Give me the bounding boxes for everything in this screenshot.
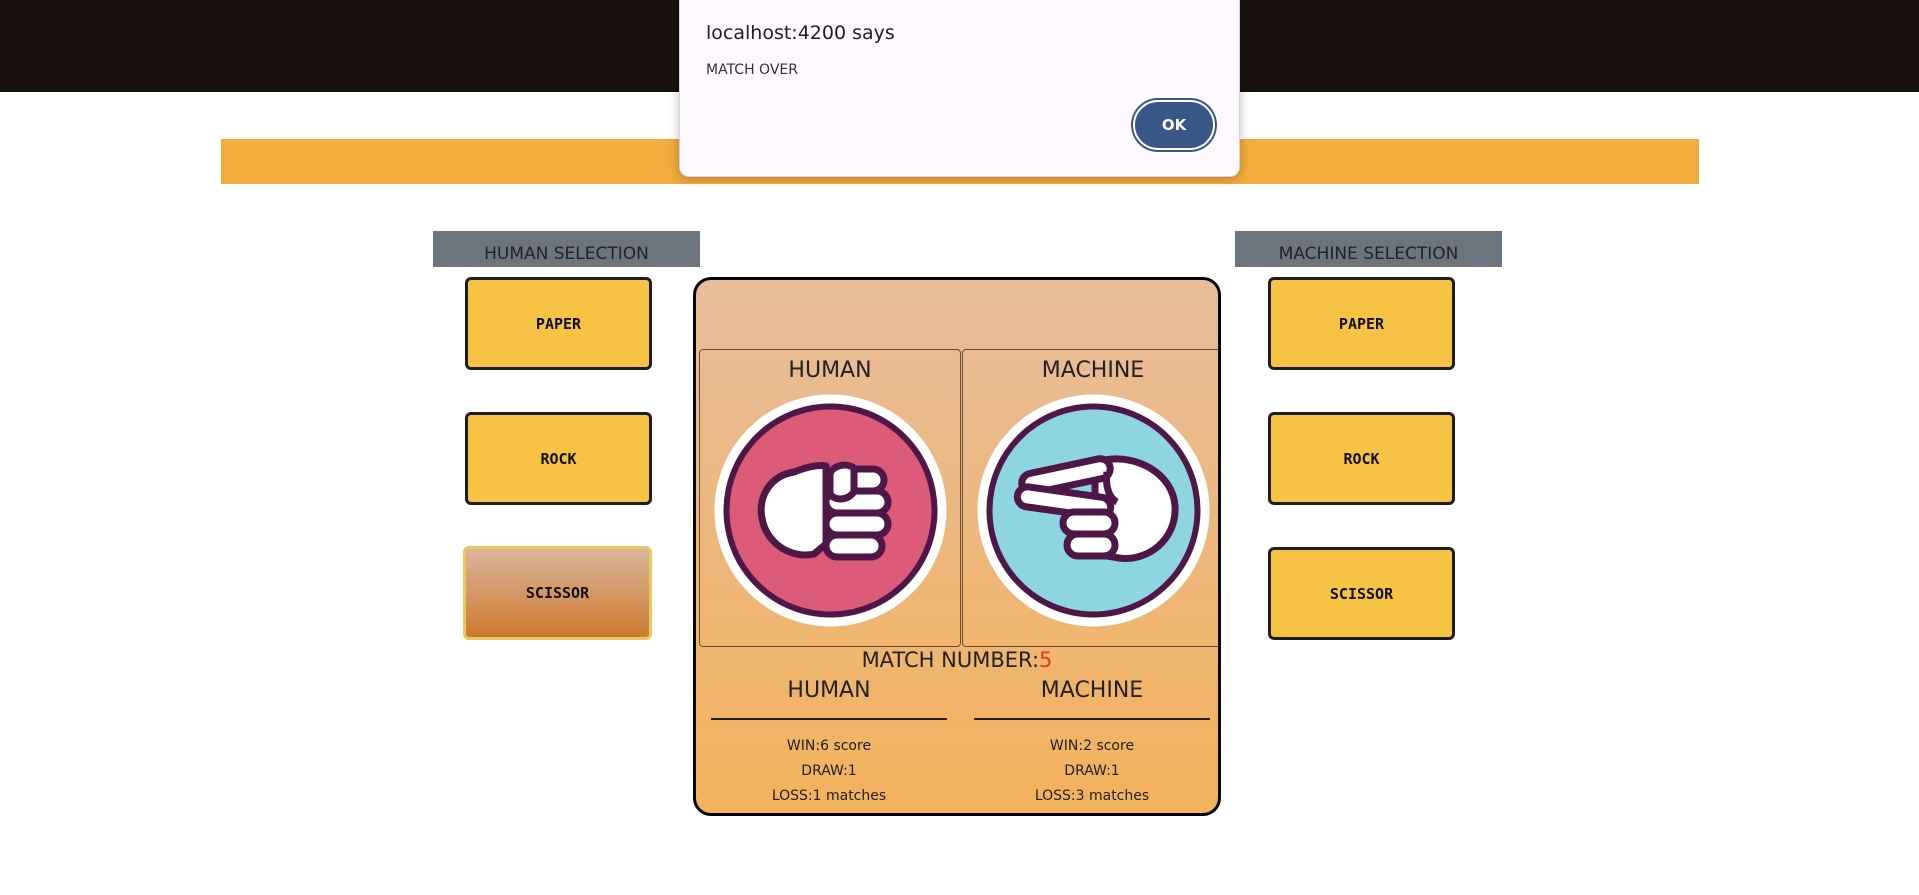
machine-rock-button[interactable]: ROCK bbox=[1268, 412, 1455, 505]
human-score-card: HUMAN WIN:6 score DRAW:1 LOSS:1 matches bbox=[711, 678, 947, 809]
machine-paper-button[interactable]: PAPER bbox=[1268, 277, 1455, 370]
machine-hand-label: MACHINE bbox=[1041, 358, 1145, 383]
machine-score-divider bbox=[974, 718, 1210, 720]
rock-fist-icon bbox=[714, 394, 947, 627]
game-arena: HUMAN MACHINE MATCH NUMBER:5 HUMAN WIN:6… bbox=[693, 277, 1221, 816]
machine-win-text: WIN:2 score bbox=[1049, 738, 1135, 754]
machine-scissor-button[interactable]: SCISSOR bbox=[1268, 547, 1455, 640]
ok-button[interactable]: OK bbox=[1133, 100, 1215, 150]
human-hand-panel: HUMAN bbox=[699, 349, 961, 647]
match-number-line: MATCH NUMBER:5 bbox=[696, 648, 1218, 672]
machine-loss-text: LOSS:3 matches bbox=[1034, 788, 1150, 804]
human-paper-button[interactable]: PAPER bbox=[465, 277, 652, 370]
human-hand-label: HUMAN bbox=[788, 358, 872, 383]
machine-hand-panel: MACHINE bbox=[962, 349, 1218, 647]
human-selection-header: HUMAN SELECTION bbox=[433, 231, 700, 267]
match-number-label: MATCH NUMBER: bbox=[861, 648, 1040, 672]
machine-score-card: MACHINE WIN:2 score DRAW:1 LOSS:3 matche… bbox=[974, 678, 1210, 809]
scissor-hand-icon bbox=[977, 394, 1210, 627]
machine-score-title: MACHINE bbox=[1040, 678, 1144, 703]
human-draw-text: DRAW:1 bbox=[801, 763, 857, 779]
human-loss-text: LOSS:1 matches bbox=[771, 788, 887, 804]
dialog-title: localhost:4200 says bbox=[706, 22, 895, 44]
human-scissor-button[interactable]: SCISSOR bbox=[463, 546, 652, 640]
match-number-value: 5 bbox=[1039, 648, 1053, 672]
alert-dialog: localhost:4200 says MATCH OVER OK bbox=[679, 0, 1240, 177]
machine-selection-header: MACHINE SELECTION bbox=[1235, 231, 1502, 267]
dialog-message: MATCH OVER bbox=[706, 62, 798, 78]
human-score-divider bbox=[711, 718, 947, 720]
human-win-text: WIN:6 score bbox=[786, 738, 872, 754]
machine-draw-text: DRAW:1 bbox=[1064, 763, 1120, 779]
human-rock-button[interactable]: ROCK bbox=[465, 412, 652, 505]
human-score-title: HUMAN bbox=[787, 678, 871, 703]
